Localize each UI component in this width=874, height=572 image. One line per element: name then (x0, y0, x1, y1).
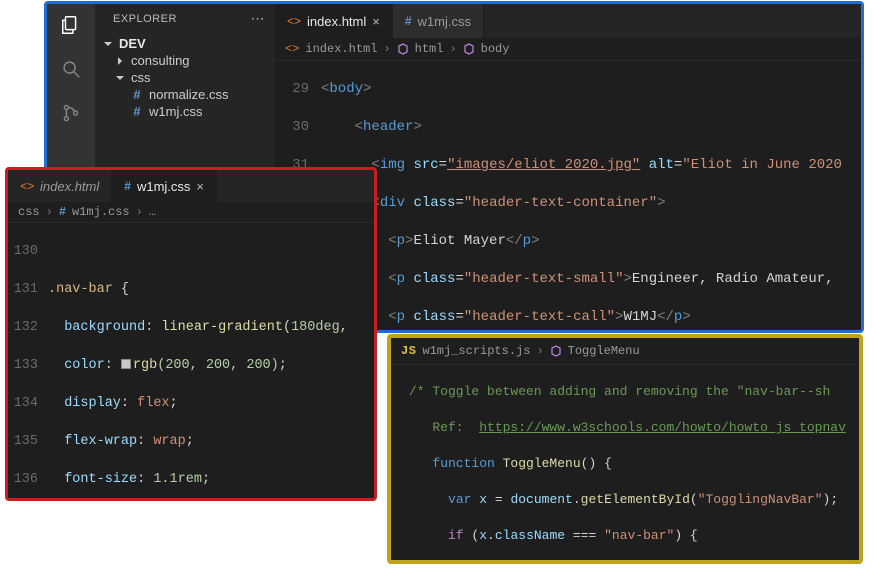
symbol-method-icon (550, 345, 562, 357)
breadcrumb-separator: › (46, 205, 53, 219)
css-file-icon: # (405, 14, 412, 28)
vscode-window-css: <> index.html # w1mj.css × css › # w1mj.… (5, 167, 377, 501)
tree-folder-label: consulting (131, 53, 190, 68)
breadcrumb[interactable]: css › # w1mj.css › … (8, 202, 374, 223)
explorer-title: EXPLORER (113, 13, 177, 25)
color-swatch-icon (121, 359, 131, 369)
line-number: 132 (8, 318, 48, 337)
line-number: 135 (8, 432, 48, 451)
breadcrumb-separator: › (383, 42, 390, 56)
symbol-icon (463, 43, 475, 55)
chevron-down-icon (103, 39, 115, 49)
tab-index-html[interactable]: <> index.html (8, 170, 112, 202)
editor-tabs: <> index.html × # w1mj.css (275, 4, 861, 38)
file-tree: DEV consulting css # normalize.css # w (95, 33, 275, 122)
css-file-icon: # (129, 87, 145, 102)
line-number: 134 (8, 394, 48, 413)
breadcrumb[interactable]: <> index.html › html › body (275, 38, 861, 61)
tab-index-html[interactable]: <> index.html × (275, 4, 393, 38)
breadcrumb-item[interactable]: w1mj.css (72, 205, 130, 219)
close-icon[interactable]: × (372, 14, 380, 29)
css-file-icon: # (124, 179, 131, 193)
line-number: 133 (8, 356, 48, 375)
tree-folder-label: css (131, 70, 151, 85)
breadcrumb-separator: › (136, 205, 143, 219)
breadcrumb-item[interactable]: body (481, 42, 510, 56)
close-icon[interactable]: × (196, 179, 204, 194)
tree-root[interactable]: DEV (95, 35, 275, 52)
tab-label: w1mj.css (418, 14, 471, 29)
breadcrumb-separator: › (449, 42, 456, 56)
more-icon[interactable]: ⋯ (251, 10, 266, 27)
tab-label: index.html (40, 179, 99, 194)
tree-file[interactable]: # w1mj.css (95, 103, 275, 120)
code-editor[interactable]: 130 131.nav-bar { 132 background: linear… (8, 223, 374, 498)
line-number: 131 (8, 280, 48, 299)
editor-tabs: <> index.html # w1mj.css × (8, 170, 374, 202)
tree-root-label: DEV (119, 36, 146, 51)
chevron-right-icon (115, 56, 127, 66)
html-file-icon: <> (285, 42, 299, 56)
tab-w1mj-css[interactable]: # w1mj.css (393, 4, 484, 38)
tree-folder[interactable]: css (95, 69, 275, 86)
breadcrumb[interactable]: JS w1mj_scripts.js › ToggleMenu (391, 338, 859, 365)
chevron-down-icon (115, 73, 127, 83)
tree-file-label: w1mj.css (149, 104, 202, 119)
source-control-icon[interactable] (58, 100, 84, 126)
js-file-icon: JS (401, 344, 416, 358)
tab-label: index.html (307, 14, 366, 29)
vscode-window-js: JS w1mj_scripts.js › ToggleMenu /* Toggl… (387, 334, 863, 564)
tab-w1mj-css[interactable]: # w1mj.css × (112, 170, 217, 202)
breadcrumb-item[interactable]: css (18, 205, 40, 219)
search-icon[interactable] (58, 56, 84, 82)
line-number: 136 (8, 470, 48, 489)
tree-file[interactable]: # normalize.css (95, 86, 275, 103)
line-number: 29 (275, 80, 321, 99)
line-number: 30 (275, 118, 321, 137)
line-number: 130 (8, 242, 48, 261)
css-file-icon: # (129, 104, 145, 119)
tree-file-label: normalize.css (149, 87, 228, 102)
breadcrumb-separator: › (536, 344, 543, 358)
breadcrumb-item[interactable]: ToggleMenu (568, 344, 640, 358)
html-file-icon: <> (287, 14, 301, 28)
tree-folder[interactable]: consulting (95, 52, 275, 69)
css-file-icon: # (59, 205, 66, 219)
explorer-header: EXPLORER ⋯ (95, 4, 275, 33)
breadcrumb-item[interactable]: … (149, 205, 156, 219)
code-editor[interactable]: /* Toggle between adding and removing th… (391, 365, 859, 560)
symbol-icon (397, 43, 409, 55)
tab-label: w1mj.css (137, 179, 190, 194)
breadcrumb-item[interactable]: w1mj_scripts.js (422, 344, 530, 358)
files-icon[interactable] (58, 12, 84, 38)
breadcrumb-item[interactable]: index.html (305, 42, 377, 56)
breadcrumb-item[interactable]: html (415, 42, 444, 56)
html-file-icon: <> (20, 179, 34, 193)
